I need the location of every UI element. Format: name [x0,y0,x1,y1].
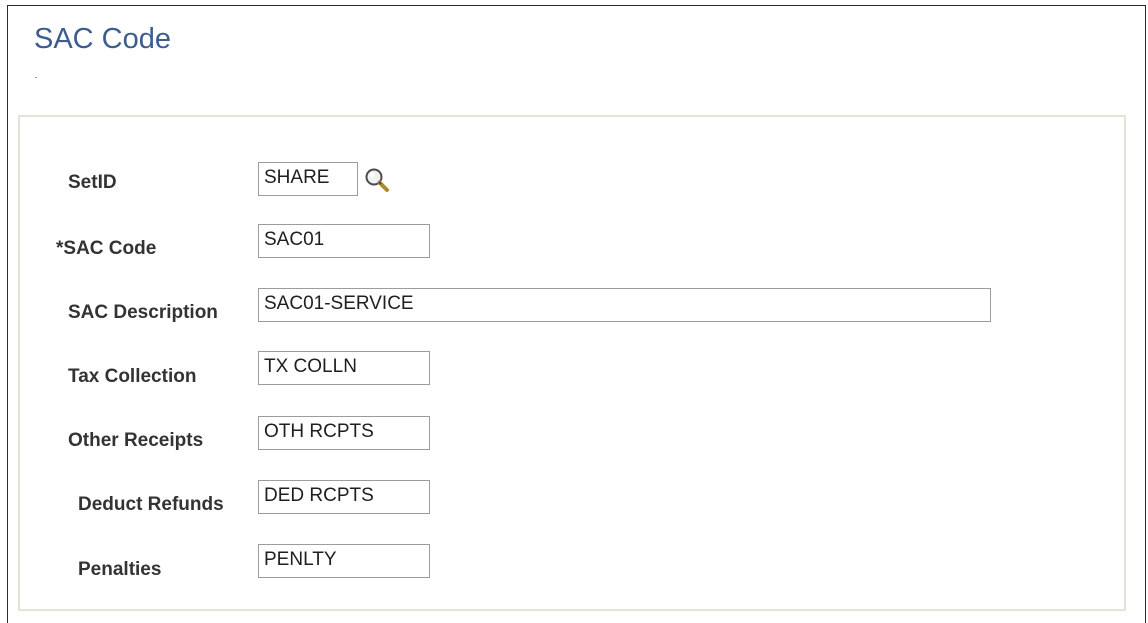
sac-description-label: SAC Description [68,302,218,323]
penalties-label: Penalties [78,559,162,580]
page-title: SAC Code [34,23,172,55]
setid-input[interactable]: SHARE [258,162,358,196]
sac-code-input[interactable]: SAC01 [258,224,430,258]
magnifying-glass-icon [365,168,389,192]
penalties-input[interactable]: PENLTY [258,544,430,578]
deduct-refunds-input[interactable]: DED RCPTS [258,480,430,514]
sac-code-label: *SAC Code [56,238,157,259]
form-group-box [18,115,1126,611]
tax-collection-input[interactable]: TX COLLN [258,351,430,385]
title-divider-mark [35,77,37,78]
other-receipts-input[interactable]: OTH RCPTS [258,416,430,450]
deduct-refunds-label: Deduct Refunds [78,494,224,515]
tax-collection-label: Tax Collection [68,366,197,387]
setid-label: SetID [68,172,117,193]
setid-lookup-button[interactable] [362,165,392,195]
other-receipts-label: Other Receipts [68,430,204,451]
sac-description-input[interactable]: SAC01-SERVICE [258,288,991,322]
